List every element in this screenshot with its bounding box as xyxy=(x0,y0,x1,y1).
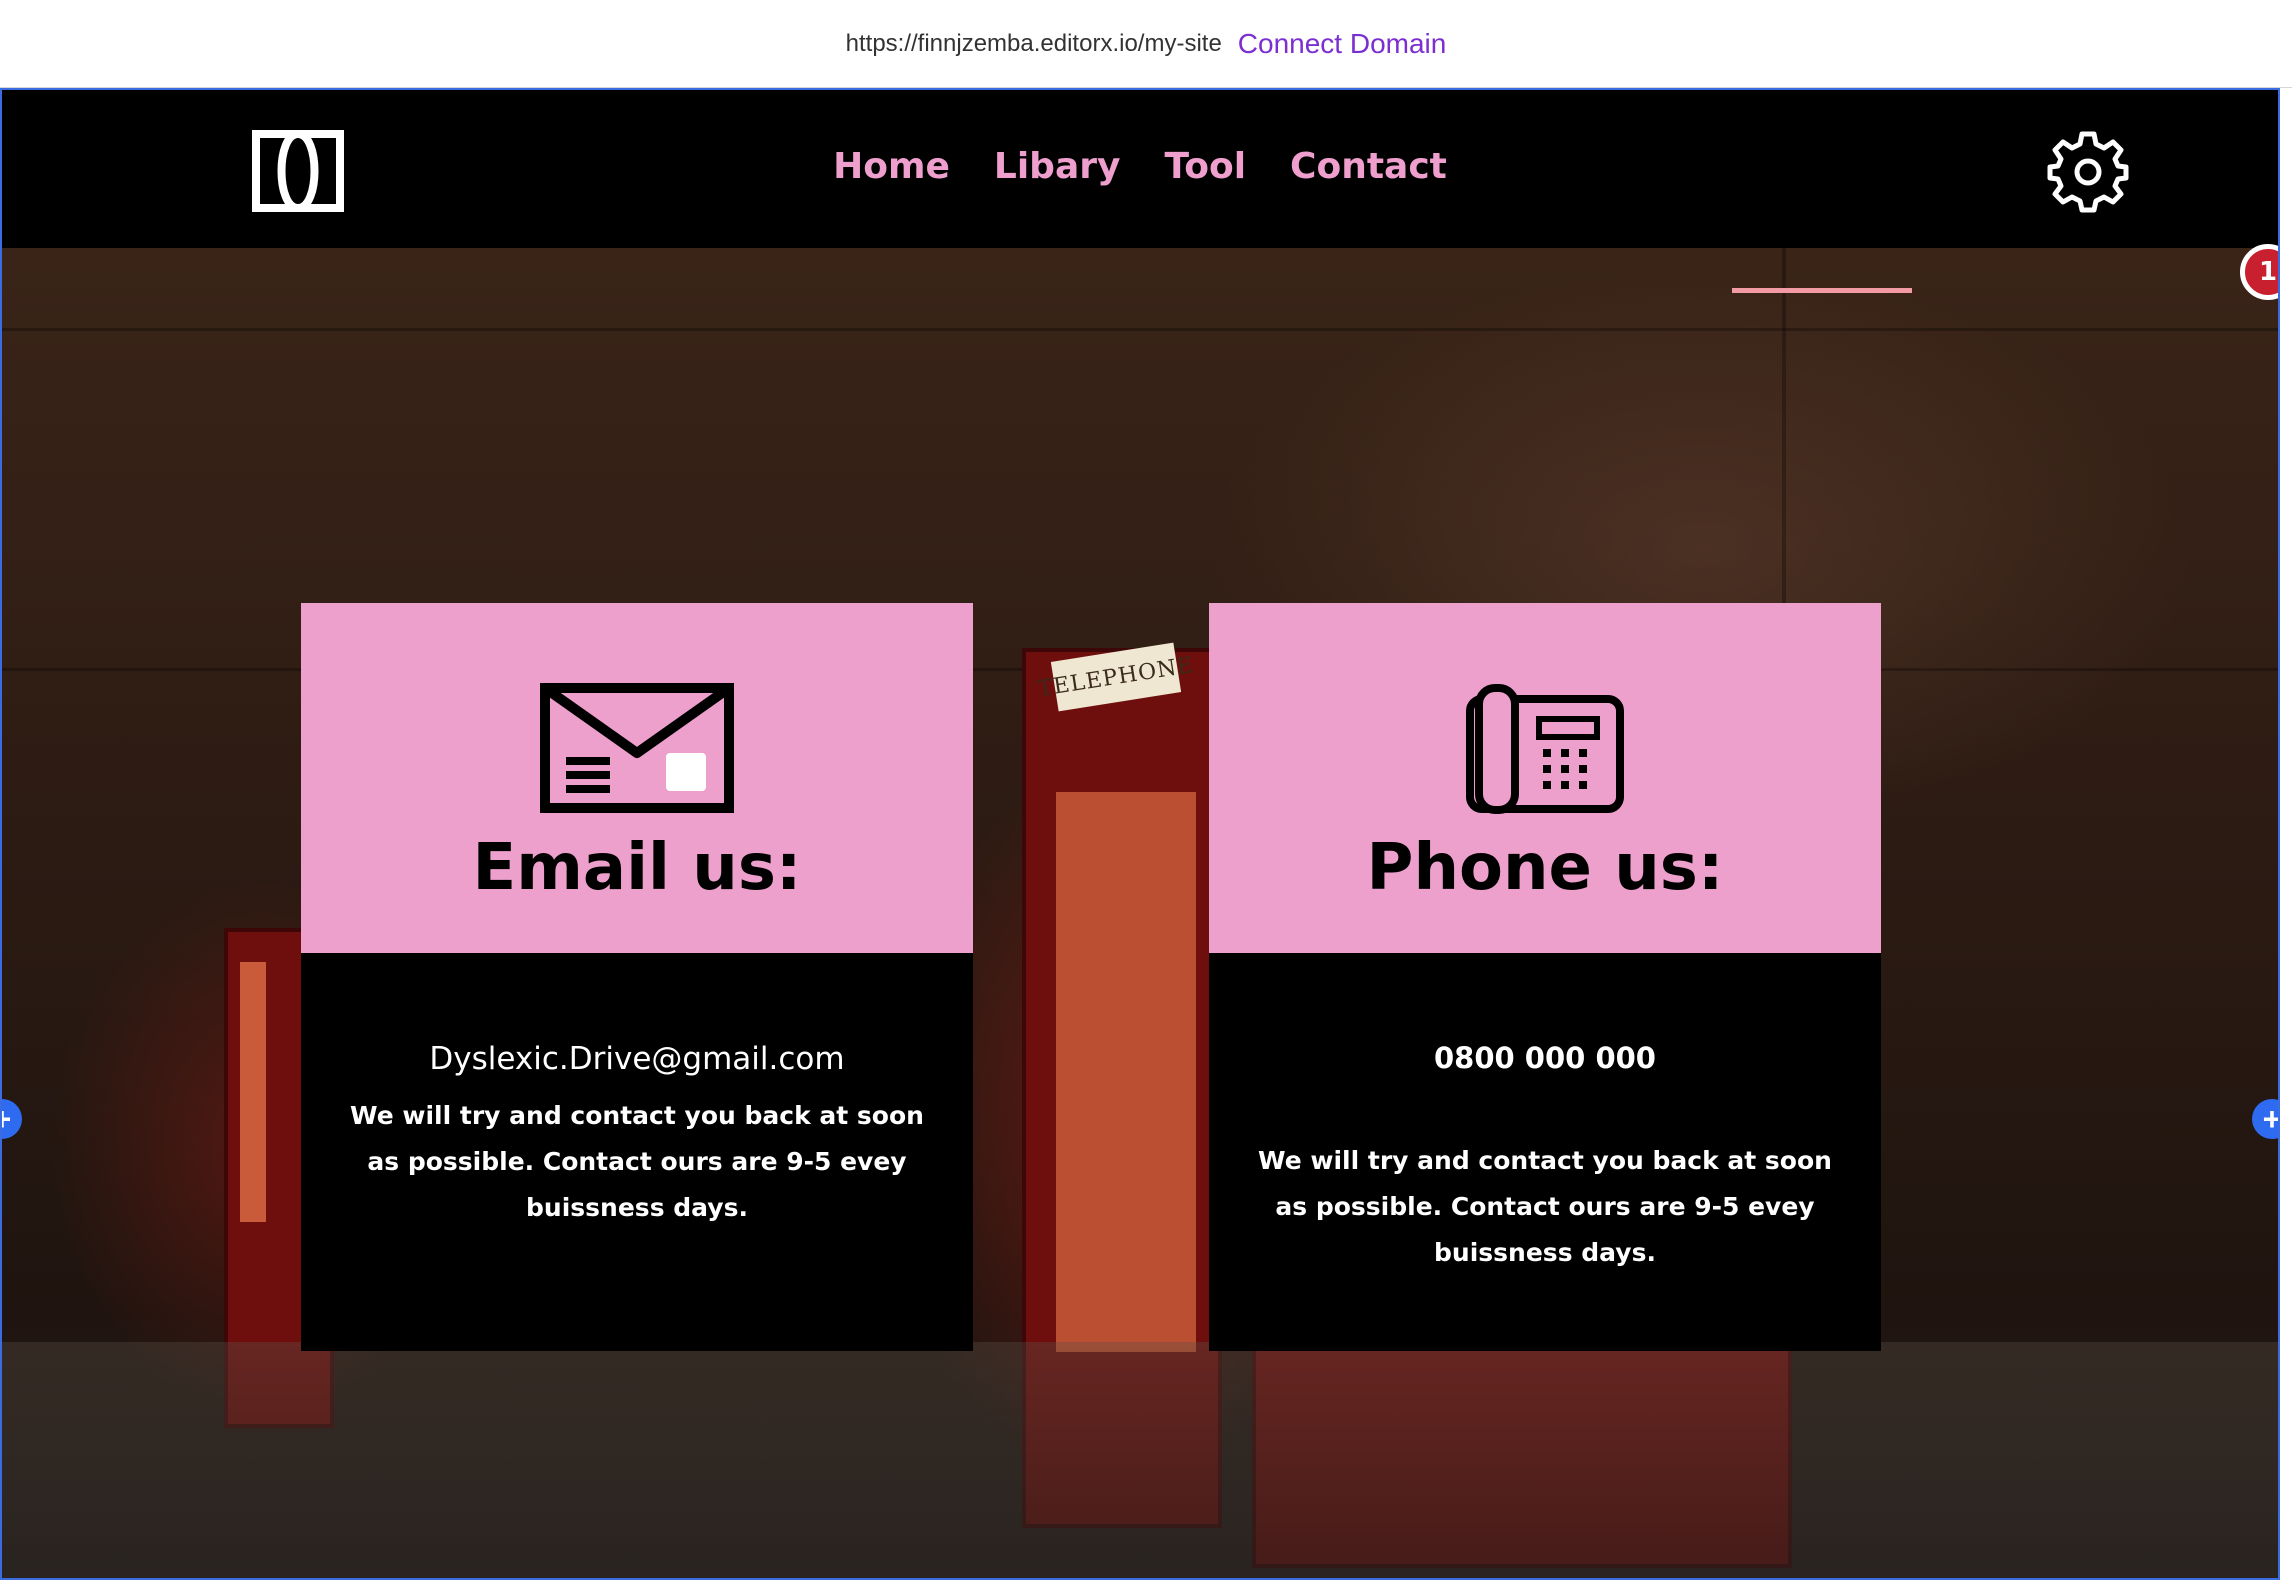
card-top: Email us: xyxy=(301,603,973,953)
phone-card: Phone us: 0800 000 000 We will try and c… xyxy=(1209,603,1881,1351)
connect-domain-link[interactable]: Connect Domain xyxy=(1238,28,1447,60)
editor-url-bar: https://finnjzemba.editorx.io/my-site Co… xyxy=(0,0,2292,88)
desk-phone-icon xyxy=(1466,684,1624,814)
nav-libary[interactable]: Libary xyxy=(994,146,1121,187)
phone-heading: Phone us: xyxy=(1366,831,1724,905)
booth-window xyxy=(240,962,266,1222)
gear-icon[interactable] xyxy=(2046,130,2130,214)
email-heading: Email us: xyxy=(472,831,802,905)
site-canvas: Home Libary Tool Contact TELEPHONE + Ema… xyxy=(0,88,2280,1580)
nav-home[interactable]: Home xyxy=(833,146,950,187)
email-note: We will try and contact you back at soon… xyxy=(350,1101,924,1222)
email-card: Email us: Dyslexic.Drive@gmail.com We wi… xyxy=(301,603,973,1351)
booth-window xyxy=(1056,792,1196,1352)
card-bottom: Dyslexic.Drive@gmail.com We will try and… xyxy=(301,953,973,1351)
wall-line xyxy=(2,328,2278,331)
card-top: Phone us: xyxy=(1209,603,1881,953)
nav-contact[interactable]: Contact xyxy=(1290,146,1447,187)
phone-note: We will try and contact you back at soon… xyxy=(1258,1146,1832,1267)
email-address[interactable]: Dyslexic.Drive@gmail.com xyxy=(301,1041,973,1077)
street xyxy=(2,1342,2278,1578)
accent-line xyxy=(1732,288,1912,293)
envelope-icon xyxy=(540,683,734,813)
nav-tool[interactable]: Tool xyxy=(1164,146,1246,187)
phone-number[interactable]: 0800 000 000 xyxy=(1209,1041,1881,1075)
site-url: https://finnjzemba.editorx.io/my-site xyxy=(845,29,1222,57)
main-nav: Home Libary Tool Contact xyxy=(2,146,2278,187)
card-bottom: 0800 000 000 We will try and contact you… xyxy=(1209,953,1881,1351)
site-header: Home Libary Tool Contact xyxy=(2,90,2278,248)
